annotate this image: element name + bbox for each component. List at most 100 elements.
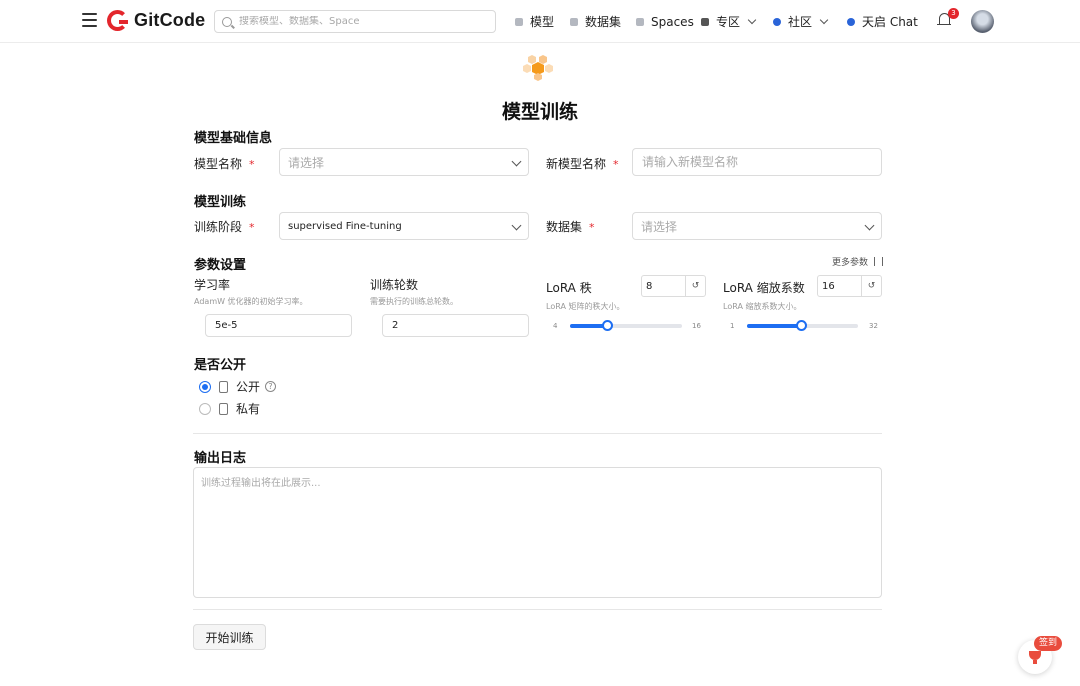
- training-stage-value: supervised Fine-tuning: [288, 220, 402, 232]
- top-navbar: GitCode 模型 数据集 Spaces 专区 社区 天启 Chat 3: [0, 0, 1080, 43]
- section-basic-info: 模型基础信息: [194, 131, 273, 146]
- settings-sliders-icon: [874, 257, 884, 266]
- required-mark: *: [613, 158, 619, 171]
- radio-public[interactable]: 公开 ?: [199, 378, 277, 395]
- epochs-hint: 需要执行的训练总轮数。: [370, 297, 458, 306]
- epochs-label: 训练轮数: [370, 278, 419, 292]
- menu-icon[interactable]: [82, 13, 97, 27]
- learning-rate-hint: AdamW 优化器的初始学习率。: [194, 297, 308, 306]
- reset-icon[interactable]: ↺: [686, 276, 705, 296]
- nav-tianqi-chat-label: 天启 Chat: [862, 15, 918, 29]
- new-model-name-input[interactable]: [632, 148, 882, 176]
- slider-thumb[interactable]: [602, 320, 614, 331]
- radio-button-selected[interactable]: [199, 380, 211, 393]
- radio-button[interactable]: [199, 402, 211, 415]
- nav-tianqi-chat[interactable]: 天启 Chat: [847, 0, 918, 43]
- notification-badge: 3: [948, 8, 959, 19]
- community-icon: [773, 17, 781, 26]
- epochs-input[interactable]: [382, 314, 529, 337]
- training-stage-label-text: 训练阶段: [194, 220, 243, 234]
- new-model-name-label: 新模型名称 *: [546, 155, 619, 172]
- brand-name: GitCode: [134, 10, 206, 30]
- trophy-icon: [1029, 651, 1041, 664]
- training-stage-select[interactable]: supervised Fine-tuning: [279, 212, 529, 240]
- output-log-textarea[interactable]: [193, 467, 882, 598]
- learning-rate-label: 学习率: [194, 278, 231, 292]
- new-model-name-label-text: 新模型名称: [546, 157, 607, 171]
- nav-community[interactable]: 社区: [773, 0, 829, 43]
- radio-private-label: 私有: [236, 402, 261, 416]
- section-output: 输出日志: [194, 451, 247, 466]
- chevron-down-icon: [511, 156, 522, 167]
- avatar[interactable]: [971, 10, 994, 33]
- dataset-placeholder: 请选择: [641, 219, 678, 234]
- lora-alpha-slider[interactable]: [747, 319, 858, 331]
- required-mark: *: [249, 158, 255, 171]
- nav-community-label: 社区: [788, 15, 813, 29]
- reset-icon[interactable]: ↺: [862, 276, 881, 296]
- divider: [193, 609, 882, 610]
- gitcode-logo[interactable]: GitCode: [107, 10, 205, 31]
- nav-models[interactable]: 模型: [515, 0, 554, 43]
- help-icon[interactable]: ?: [265, 381, 277, 392]
- dataset-icon: [570, 17, 578, 26]
- model-name-label: 模型名称 *: [194, 155, 255, 172]
- search-icon: [222, 16, 232, 27]
- nav-datasets[interactable]: 数据集: [570, 0, 621, 43]
- model-name-select[interactable]: 请选择: [279, 148, 529, 176]
- search-box[interactable]: [214, 10, 496, 33]
- chevron-down-icon: [864, 220, 875, 231]
- lora-rank-min: 4: [553, 322, 558, 330]
- dataset-label: 数据集 *: [546, 218, 595, 235]
- nav-zone[interactable]: 专区: [701, 0, 757, 43]
- nav-zone-label: 专区: [716, 15, 741, 29]
- more-params-button[interactable]: 更多参数: [832, 255, 884, 268]
- lora-alpha-max: 32: [869, 322, 878, 330]
- required-mark: *: [589, 221, 595, 234]
- lora-rank-max: 16: [692, 322, 701, 330]
- checkin-label[interactable]: 签到: [1034, 636, 1063, 651]
- public-repo-icon: [219, 380, 228, 393]
- spaces-icon: [636, 17, 644, 26]
- lora-alpha-hint: LoRA 缩放系数大小。: [723, 302, 802, 311]
- tianqi-logo-icon: [847, 17, 855, 26]
- lora-alpha-number[interactable]: 16 ↺: [817, 275, 882, 297]
- dataset-label-text: 数据集: [546, 220, 583, 234]
- chevron-down-icon: [819, 15, 829, 24]
- learning-rate-input[interactable]: [205, 314, 352, 337]
- chevron-down-icon: [511, 220, 522, 231]
- nav-spaces[interactable]: Spaces: [636, 0, 694, 43]
- slider-thumb[interactable]: [795, 320, 807, 331]
- start-training-button[interactable]: 开始训练: [193, 624, 266, 650]
- lora-alpha-value[interactable]: 16: [818, 276, 862, 296]
- section-params: 参数设置: [194, 258, 247, 273]
- divider: [193, 433, 882, 434]
- lora-rank-slider[interactable]: [570, 319, 682, 331]
- search-input[interactable]: [239, 16, 479, 27]
- lora-alpha-label: LoRA 缩放系数: [723, 281, 805, 295]
- lora-rank-value[interactable]: 8: [642, 276, 686, 296]
- section-visibility: 是否公开: [194, 358, 247, 373]
- required-mark: *: [249, 221, 255, 234]
- nav-datasets-label: 数据集: [585, 15, 622, 29]
- gitcode-logo-icon: [107, 10, 128, 31]
- radio-public-label: 公开: [236, 380, 261, 394]
- lora-alpha-min: 1: [730, 322, 735, 330]
- nav-models-label: 模型: [530, 15, 555, 29]
- dataset-select[interactable]: 请选择: [632, 212, 882, 240]
- radio-private[interactable]: 私有: [199, 400, 260, 417]
- private-repo-icon: [219, 402, 228, 415]
- lora-rank-number[interactable]: 8 ↺: [641, 275, 706, 297]
- training-hexagon-icon: [523, 55, 553, 81]
- training-stage-label: 训练阶段 *: [194, 218, 255, 235]
- model-name-label-text: 模型名称: [194, 157, 243, 171]
- chevron-down-icon: [747, 15, 757, 24]
- page-title: 模型训练: [501, 101, 578, 123]
- lora-rank-label: LoRA 秩: [546, 281, 592, 295]
- nav-spaces-label: Spaces: [651, 14, 694, 29]
- model-name-placeholder: 请选择: [288, 155, 325, 170]
- lora-rank-hint: LoRA 矩阵的秩大小。: [546, 302, 625, 311]
- more-params-label: 更多参数: [832, 258, 869, 268]
- model-icon: [515, 17, 523, 26]
- section-training: 模型训练: [194, 195, 247, 210]
